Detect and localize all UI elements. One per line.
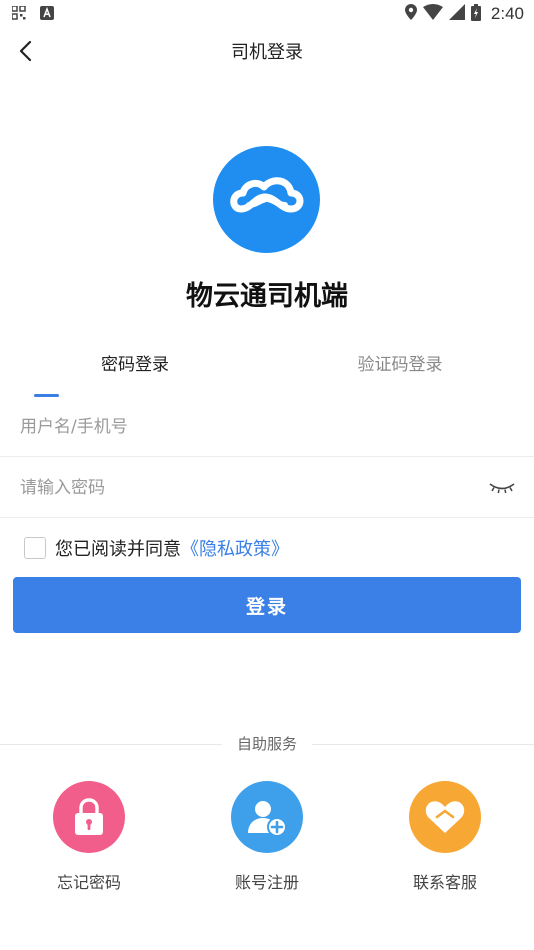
user-add-icon — [231, 781, 303, 853]
password-row — [0, 458, 534, 518]
nav-bar: 司机登录 — [0, 28, 534, 74]
forgot-password-button[interactable]: 忘记密码 — [29, 781, 149, 893]
back-button[interactable] — [12, 38, 38, 64]
register-account-label: 账号注册 — [234, 873, 299, 892]
lock-icon — [53, 781, 125, 853]
status-left — [11, 4, 54, 24]
battery-icon — [470, 3, 481, 25]
agreement-checkbox[interactable] — [24, 537, 46, 559]
wifi-icon — [422, 4, 443, 24]
page-title: 司机登录 — [231, 42, 303, 63]
tab-password-login[interactable]: 密码登录 — [70, 345, 200, 385]
status-bar: 2:40 — [0, 0, 534, 28]
status-right: 2:40 — [404, 3, 524, 25]
qr-icon — [11, 4, 26, 24]
cloud-infinity-icon — [229, 176, 303, 212]
contact-support-button[interactable]: 联系客服 — [385, 781, 505, 893]
register-account-button[interactable]: 账号注册 — [207, 781, 327, 893]
username-input[interactable] — [20, 416, 514, 437]
tab-code-login[interactable]: 验证码登录 — [330, 345, 470, 385]
status-time: 2:40 — [490, 4, 524, 23]
agreement-text: 您已阅读并同意 — [55, 539, 181, 560]
login-tabs: 密码登录 验证码登录 — [0, 345, 534, 385]
privacy-policy-link[interactable]: 《隐私政策》 — [181, 535, 289, 561]
contact-support-label: 联系客服 — [412, 873, 477, 892]
username-row — [0, 397, 534, 457]
a-badge-icon — [40, 5, 54, 24]
app-name: 物云通司机端 — [186, 281, 348, 312]
password-visibility-toggle[interactable] — [488, 478, 516, 498]
forgot-password-label: 忘记密码 — [56, 873, 121, 892]
login-button[interactable]: 登录 — [13, 577, 521, 633]
eye-closed-icon — [489, 482, 515, 493]
signal-icon — [448, 4, 465, 24]
location-icon — [404, 4, 417, 24]
chevron-left-icon — [19, 40, 32, 62]
agreement-row: 您已阅读并同意 《隐私政策》 — [24, 532, 289, 564]
password-input[interactable] — [20, 477, 488, 498]
app-logo — [213, 146, 320, 253]
self-service-title: 自助服务 — [222, 734, 312, 754]
heart-tag-icon — [409, 781, 481, 853]
